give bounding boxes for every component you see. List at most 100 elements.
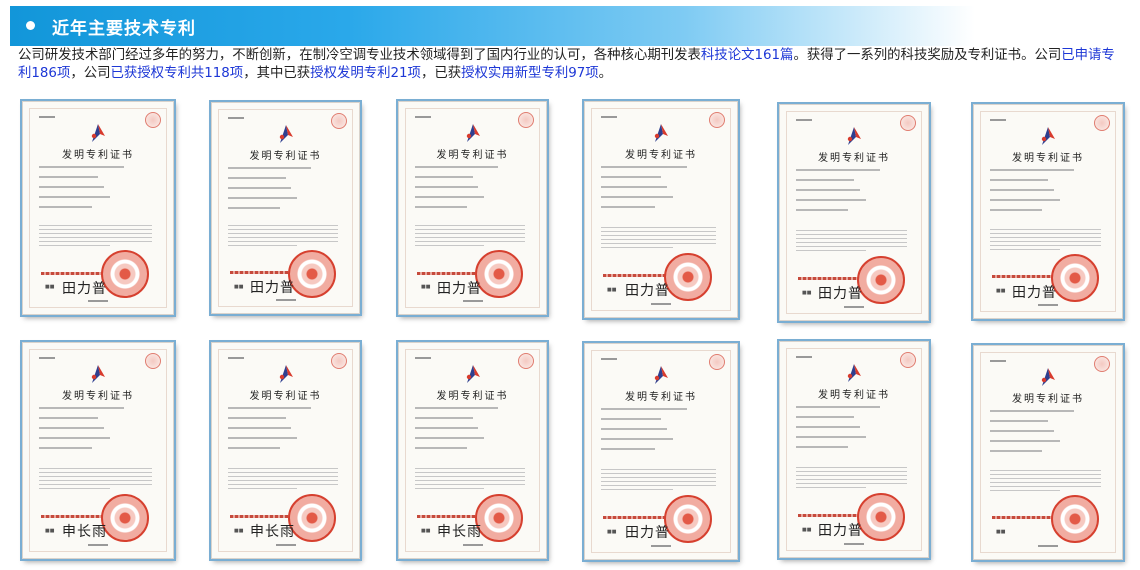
signature-label-mark: ■■ [996, 288, 1006, 294]
director-signature: 申长雨 [62, 524, 107, 540]
certificate-title: 发明专利证书 [625, 392, 697, 403]
certificate-page-mark [844, 543, 864, 545]
certificate-page-mark [844, 306, 864, 308]
certificate-fields [39, 166, 157, 216]
certificate-fields [228, 167, 343, 217]
signature-label-mark: ■■ [234, 528, 244, 534]
official-seal-icon [1051, 495, 1099, 543]
certificate-page-mark [275, 544, 296, 546]
certificate-body-text [39, 225, 157, 249]
certificate-serial-mark [226, 115, 244, 121]
certificate-title: 发明专利证书 [818, 390, 890, 401]
certificate-body-text [990, 229, 1106, 253]
patent-certificate-card[interactable]: 发明专利证书 ■■ 申长雨 [211, 342, 360, 559]
patent-certificate-card[interactable]: 发明专利证书 ■■ 田力普 [211, 102, 360, 314]
certificate-title: 发明专利证书 [62, 150, 134, 161]
official-seal-icon [475, 494, 523, 542]
intro-text: 。获得了一系列的科技奖励及专利证书。公司 [793, 48, 1062, 63]
patent-certificate-card[interactable]: 发明专利证书 ■■ 田力普 [398, 101, 547, 315]
patent-certificate-card[interactable]: 发明专利证书 ■■ [973, 345, 1123, 560]
patent-office-logo-icon [466, 365, 480, 383]
patent-certificate-card[interactable]: 发明专利证书 ■■ 田力普 [779, 104, 929, 321]
patent-certificate-card[interactable]: 发明专利证书 ■■ 田力普 [779, 341, 929, 558]
small-seal-icon [900, 115, 916, 131]
patent-certificate-card[interactable]: 发明专利证书 ■■ 申长雨 [22, 342, 174, 559]
intro-text: 公司研发技术部门经过多年的努力，不断创新，在制冷空调专业技术领域得到了国内行业的… [18, 48, 701, 63]
certificate-body-text [39, 468, 157, 492]
patent-certificate-card[interactable]: 发明专利证书 ■■ 田力普 [584, 343, 738, 560]
certificate-serial-mark [226, 355, 244, 361]
certificate-serial-mark [413, 114, 431, 120]
certificate-body-text [228, 225, 343, 249]
patent-office-logo-icon [279, 365, 293, 383]
certificate-body-text [415, 225, 530, 249]
certificate-fields [39, 407, 157, 457]
certificate-body-text [990, 470, 1106, 494]
certificate-fields [601, 166, 721, 216]
director-signature: 田力普 [1012, 285, 1057, 301]
small-seal-icon [518, 112, 534, 128]
official-seal-icon [857, 256, 905, 304]
section-title: 近年主要技术专利 [52, 19, 196, 39]
certificate-fields [796, 406, 912, 456]
certificate-serial-mark [794, 354, 812, 360]
certificate-page-mark [1038, 545, 1058, 547]
certificate-fields [796, 169, 912, 219]
utility-patents-highlight: 授权实用新型专利97项 [461, 66, 599, 81]
signature-label-mark: ■■ [607, 529, 617, 535]
intro-text: 。 [598, 66, 613, 81]
director-signature: 田力普 [62, 281, 107, 297]
patent-office-logo-icon [847, 127, 861, 145]
certificate-page-mark [651, 303, 671, 305]
certificate-title: 发明专利证书 [436, 150, 509, 161]
invention-patents-highlight: 授权发明专利21项 [310, 66, 421, 81]
certificate-serial-mark [988, 117, 1006, 123]
certificate-fields [990, 169, 1106, 219]
small-seal-icon [1094, 115, 1110, 131]
certificate-serial-mark [37, 355, 55, 361]
certificate-serial-mark [37, 114, 55, 120]
signature-label-mark: ■■ [234, 284, 244, 290]
certificate-title: 发明专利证书 [818, 153, 890, 164]
certificate-title: 发明专利证书 [1012, 394, 1084, 405]
certificate-title: 发明专利证书 [1012, 153, 1084, 164]
director-signature: 申长雨 [250, 524, 295, 540]
patent-certificate-card[interactable]: 发明专利证书 ■■ 田力普 [584, 101, 738, 318]
small-seal-icon [709, 112, 725, 128]
director-signature: 田力普 [818, 286, 863, 302]
patent-certificate-card[interactable]: 发明专利证书 ■■ 申长雨 [398, 342, 547, 559]
signature-label-mark: ■■ [45, 528, 55, 534]
official-seal-icon [101, 250, 149, 298]
patent-certificate-card[interactable]: 发明专利证书 ■■ 田力普 [22, 101, 174, 315]
official-seal-icon [664, 495, 712, 543]
certificate-body-text [796, 230, 912, 254]
intro-paragraph: 公司研发技术部门经过多年的努力，不断创新，在制冷空调专业技术领域得到了国内行业的… [18, 47, 1128, 83]
official-seal-icon [857, 493, 905, 541]
certificate-body-text [415, 468, 530, 492]
patent-office-logo-icon [279, 125, 293, 143]
director-signature: 田力普 [437, 281, 482, 297]
patent-office-logo-icon [466, 124, 480, 142]
director-signature: 田力普 [625, 283, 670, 299]
certificate-serial-mark [599, 114, 617, 120]
small-seal-icon [145, 112, 161, 128]
certificate-body-text [796, 467, 912, 491]
patent-certificate-card[interactable]: 发明专利证书 ■■ 田力普 [973, 104, 1123, 319]
signature-label-mark: ■■ [996, 529, 1006, 535]
certificate-page-mark [88, 300, 108, 302]
signature-label-mark: ■■ [421, 284, 431, 290]
certificate-title: 发明专利证书 [62, 391, 134, 402]
director-signature: 田力普 [625, 525, 670, 541]
certificate-body-text [228, 468, 343, 492]
certificate-title: 发明专利证书 [249, 391, 322, 402]
patent-office-logo-icon [1041, 127, 1055, 145]
patent-office-logo-icon [654, 124, 668, 142]
signature-label-mark: ■■ [45, 284, 55, 290]
papers-count-highlight: 科技论文161篇 [700, 48, 794, 63]
signature-label-mark: ■■ [421, 528, 431, 534]
signature-label-mark: ■■ [802, 527, 812, 533]
certificate-page-mark [88, 544, 108, 546]
certificate-serial-mark [988, 358, 1006, 364]
director-signature: 申长雨 [437, 524, 482, 540]
official-seal-icon [288, 494, 336, 542]
